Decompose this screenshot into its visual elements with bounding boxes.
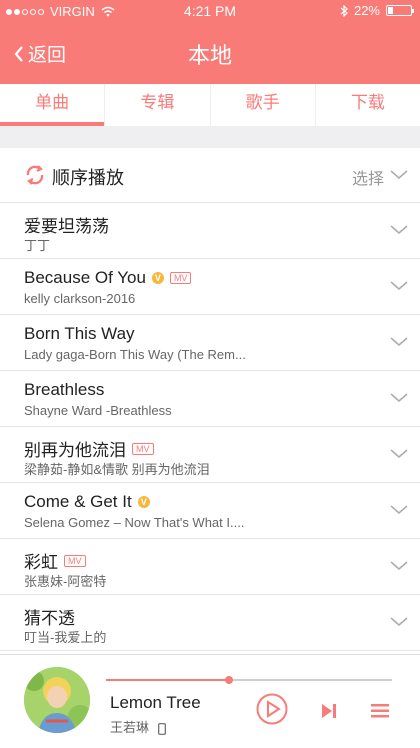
header: VIRGIN 4:21 PM 22% 返回 本地 <box>0 0 420 84</box>
artist-name: 王若琳 <box>110 720 150 735</box>
battery-icon <box>386 5 414 16</box>
mv-badge[interactable]: MV <box>169 272 192 284</box>
song-subtitle: 丁丁 <box>24 238 51 253</box>
battery-percent: 22% <box>353 3 380 18</box>
song-title: 爱要坦荡荡 <box>24 217 109 236</box>
mv-badge[interactable]: MV <box>132 442 154 455</box>
song-row[interactable]: 彩虹 MV 张惠妹-阿密特 <box>0 539 420 595</box>
play-mode-row[interactable]: 顺序播放 选择 <box>0 148 420 203</box>
song-title: 别再为他流泪 <box>24 441 126 460</box>
chevron-down-icon[interactable] <box>390 393 408 403</box>
phone-icon <box>157 722 166 735</box>
song-subtitle: Shayne Ward -Breathless <box>24 403 172 418</box>
play-button[interactable] <box>256 693 288 725</box>
song-row[interactable]: 爱要坦荡荡 丁丁 <box>0 203 420 259</box>
section-gap <box>0 126 420 148</box>
mv-badge[interactable]: MV <box>64 554 86 567</box>
playlist-menu-button[interactable] <box>371 704 389 718</box>
song-subtitle: 叮当-我爱上的 <box>24 630 107 645</box>
vip-badge: V <box>137 496 150 508</box>
status-bar: VIRGIN 4:21 PM 22% <box>0 0 420 22</box>
tab-downloads[interactable]: 下载 <box>316 84 420 126</box>
chevron-down-icon[interactable] <box>390 225 408 235</box>
select-button[interactable]: 选择 <box>352 165 384 189</box>
song-list: 顺序播放 选择 爱要坦荡荡 丁丁 Because Of You V MV kelly… <box>0 148 420 654</box>
tab-singles[interactable]: 单曲 <box>0 84 106 126</box>
song-subtitle: Selena Gomez – Now That's What I.... <box>24 515 245 530</box>
song-subtitle: Lady gaga-Born This Way (The Rem... <box>24 347 246 362</box>
song-row[interactable]: 猜不透 叮当-我爱上的 <box>0 595 420 651</box>
album-cover[interactable] <box>24 667 90 733</box>
song-row[interactable]: Come & Get It V Selena Gomez – Now That's… <box>0 483 420 539</box>
chevron-down-icon[interactable] <box>390 449 408 459</box>
tab-bar: 单曲 专辑 歌手 下载 <box>0 84 420 126</box>
chevron-down-icon[interactable] <box>390 561 408 571</box>
chevron-down-icon[interactable] <box>390 505 408 515</box>
song-row[interactable]: Because Of You V MV kelly clarkson-2016 <box>0 259 420 315</box>
play-mode-label: 顺序播放 <box>52 168 124 188</box>
song-row[interactable]: Born This Way Lady gaga-Born This Way (T… <box>0 315 420 371</box>
bluetooth-icon <box>340 4 348 17</box>
repeat-icon <box>26 165 44 185</box>
song-row[interactable]: 别再为他流泪 MV 梁静茹-静如&情歌 别再为他流泪 <box>0 427 420 483</box>
song-subtitle: 张惠妹-阿密特 <box>24 574 107 589</box>
song-title: 猜不透 <box>24 609 75 628</box>
song-title: Breathless <box>24 380 105 399</box>
chevron-down-icon[interactable] <box>390 281 408 291</box>
song-title: Come & Get It <box>24 492 132 511</box>
chevron-down-icon[interactable] <box>390 337 408 347</box>
nav-bar: 返回 本地 <box>0 22 420 84</box>
chevron-down-icon[interactable] <box>390 617 408 627</box>
chevron-down-icon[interactable] <box>390 170 408 180</box>
next-track-button[interactable] <box>321 703 337 719</box>
tab-artists[interactable]: 歌手 <box>211 84 316 126</box>
progress-bar[interactable] <box>106 676 392 684</box>
song-title: Because Of You <box>24 268 146 287</box>
song-subtitle: kelly clarkson-2016 <box>24 291 136 306</box>
progress-knob[interactable] <box>224 676 233 684</box>
now-playing-title: Lemon Tree <box>110 693 201 712</box>
song-title: Born This Way <box>24 324 135 343</box>
mini-player: Lemon Tree 王若琳 <box>0 654 420 748</box>
song-row[interactable]: Breathless Shayne Ward -Breathless <box>0 371 420 427</box>
tab-albums[interactable]: 专辑 <box>105 84 211 126</box>
now-playing-artist: 王若琳 <box>110 717 166 736</box>
song-title: 彩虹 <box>24 553 58 572</box>
vip-badge: V <box>151 272 164 284</box>
song-subtitle: 梁静茹-静如&情歌 别再为他流泪 <box>24 462 210 477</box>
page-title: 本地 <box>187 43 232 68</box>
